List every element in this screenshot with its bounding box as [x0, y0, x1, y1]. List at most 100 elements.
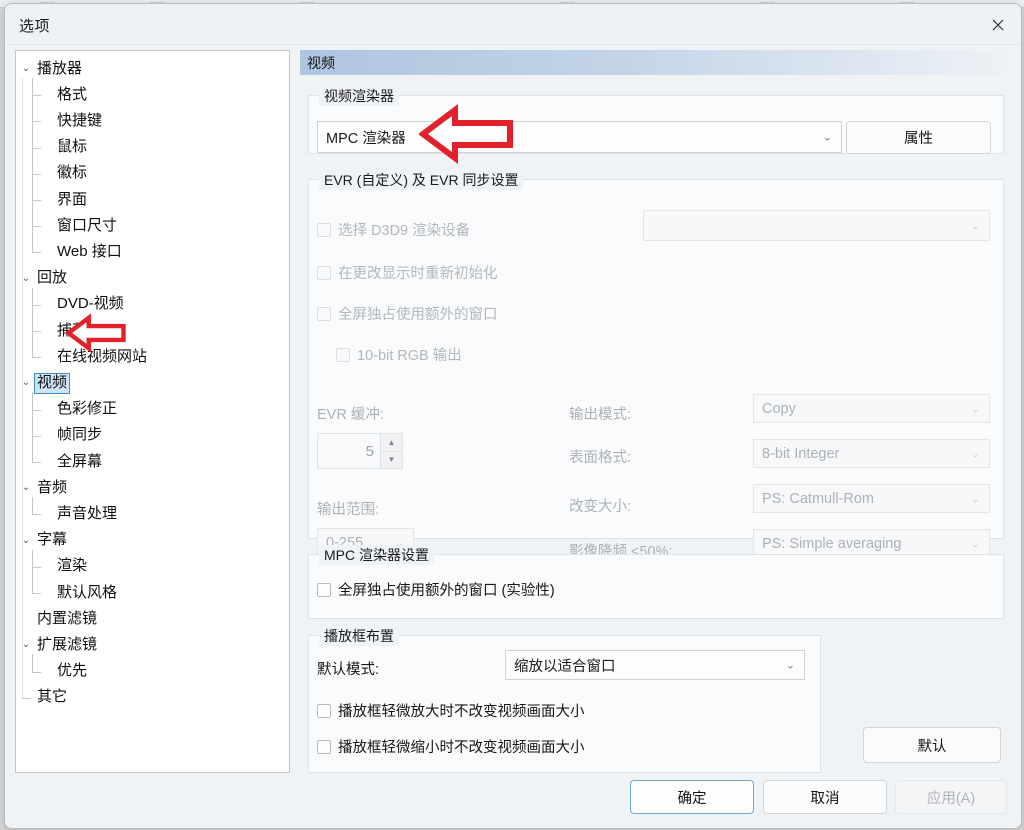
- tree-connector-line: [32, 287, 33, 358]
- checkbox-fullscreen-extra-window-experimental[interactable]: 全屏独占使用额外的窗口 (实验性): [317, 579, 555, 600]
- sidebar-item-1[interactable]: 格式: [54, 84, 90, 106]
- checkbox-no-resize-on-zoom-in-label: 播放框轻微放大时不改变视频画面大小: [338, 704, 585, 720]
- label-resize: 改变大小:: [569, 499, 632, 515]
- tree-connector-line: [32, 497, 33, 515]
- apply-button[interactable]: 应用(A): [895, 780, 1007, 814]
- dialog-body: ⌄ 播放器格式快捷键鼠标徽标界面窗口尺寸 Web 接口 ⌄ 回放 DVD-视频 捕获在线视频…: [5, 45, 1021, 828]
- sidebar-item-label: 其它: [37, 688, 68, 706]
- sidebar-item-8[interactable]: 回放: [34, 268, 70, 290]
- tree-connector-tick: [32, 331, 41, 332]
- tree-connector-tick: [32, 514, 41, 516]
- settings-tree[interactable]: ⌄ 播放器 格式 快捷键 鼠标 徽标 界面 窗口尺寸 Web 接口 ⌄ 回放 DVD-视频 捕获 在线视频…: [15, 50, 290, 773]
- chevron-down-icon: ⌄: [970, 448, 980, 460]
- sidebar-item-label: 优先: [57, 662, 88, 680]
- mpc-renderer-group-title: MPC 渲染器设置: [319, 545, 434, 565]
- surface-format-select[interactable]: 8-bit Integer ⌄: [753, 439, 990, 468]
- stepper-down-icon[interactable]: ▼: [381, 451, 402, 468]
- sidebar-item-6[interactable]: 窗口尺寸: [54, 215, 120, 237]
- chevron-down-icon: ⌄: [970, 538, 980, 550]
- restore-defaults-button[interactable]: 默认: [863, 727, 1001, 763]
- close-icon[interactable]: [975, 4, 1021, 45]
- checkbox-fullscreen-extra-window[interactable]: 全屏独占使用额外的窗口: [317, 303, 498, 324]
- renderer-properties-button[interactable]: 属性: [846, 121, 991, 154]
- tree-root-spine: [22, 78, 23, 698]
- sidebar-item-7[interactable]: Web 接口: [54, 241, 125, 263]
- chevron-down-icon: ⌄: [822, 131, 832, 144]
- d3d9-device-select[interactable]: ⌄: [643, 210, 990, 241]
- sidebar-item-label: 默认风格: [57, 583, 118, 601]
- apply-button-label: 应用(A): [926, 790, 976, 807]
- checkbox-reinit-on-display-change[interactable]: 在更改显示时重新初始化: [317, 262, 498, 283]
- checkbox-no-resize-on-zoom-in[interactable]: 播放框轻微放大时不改变视频画面大小: [317, 700, 585, 721]
- default-mode-select[interactable]: 缩放以适合窗口 ⌄: [505, 650, 805, 680]
- sidebar-item-label: 内置滤镜: [37, 609, 98, 627]
- sidebar-item-18[interactable]: 字幕: [34, 530, 70, 552]
- evr-buffer-stepper[interactable]: 5 ▲ ▼: [317, 433, 403, 469]
- chevron-down-icon: ⌄: [970, 220, 980, 232]
- tree-connector-tick: [32, 226, 41, 228]
- chevron-down-icon[interactable]: ⌄: [20, 58, 32, 80]
- restore-defaults-label: 默认: [917, 738, 947, 755]
- evr-buffer-value: 5: [365, 442, 374, 460]
- sidebar-item-11[interactable]: 在线视频网站: [54, 346, 150, 368]
- sidebar-item-17[interactable]: 声音处理: [54, 503, 120, 525]
- sidebar-item-3[interactable]: 鼠标: [54, 137, 90, 159]
- sidebar-item-12[interactable]: 视频: [34, 372, 71, 394]
- checkbox-no-resize-on-zoom-out[interactable]: 播放框轻微缩小时不改变视频画面大小: [317, 736, 585, 757]
- chevron-down-icon: ⌄: [785, 659, 795, 672]
- label-surface-format: 表面格式:: [569, 450, 632, 466]
- tree-connector-tick: [32, 593, 41, 594]
- sidebar-item-label: 色彩修正: [57, 400, 118, 418]
- sidebar-item-15[interactable]: 全屏幕: [54, 451, 105, 473]
- output-mode-value: Copy: [762, 400, 796, 417]
- tree-connector-tick: [32, 566, 41, 568]
- sidebar-item-21[interactable]: 内置滤镜: [34, 608, 100, 630]
- sidebar-item-label: 播放器: [37, 59, 83, 77]
- sidebar-item-20[interactable]: 默认风格: [54, 582, 120, 604]
- sidebar-item-label: Web 接口: [57, 242, 122, 260]
- tree-connector-line: [32, 654, 33, 672]
- sidebar-item-16[interactable]: 音频: [34, 477, 70, 499]
- sidebar-item-9[interactable]: DVD-视频: [54, 294, 127, 316]
- tree-connector-tick: [32, 304, 41, 306]
- sidebar-item-22[interactable]: 扩展滤镜: [34, 634, 100, 656]
- checkbox-box: [317, 265, 331, 280]
- sidebar-item-label: 在线视频网站: [57, 347, 148, 365]
- checkbox-fullscreen-extra-window-label: 全屏独占使用额外的窗口: [338, 307, 498, 323]
- checkbox-box: [317, 739, 331, 754]
- tree-connector-tick: [22, 697, 31, 699]
- checkbox-10bit-rgb-output[interactable]: 10-bit RGB 输出: [336, 344, 462, 365]
- sidebar-item-4[interactable]: 徽标: [54, 163, 90, 185]
- downscale-value: PS: Simple averaging: [762, 535, 902, 552]
- chevron-down-icon: ⌄: [970, 493, 980, 505]
- checkbox-reinit-on-display-change-label: 在更改显示时重新初始化: [338, 266, 498, 282]
- sidebar-item-19[interactable]: 渲染: [54, 556, 90, 578]
- tree-connector-tick: [32, 462, 41, 463]
- checkbox-select-d3d9-device[interactable]: 选择 D3D9 渲染设备: [317, 219, 470, 240]
- sidebar-item-14[interactable]: 帧同步: [54, 425, 105, 447]
- renderer-select[interactable]: MPC 渲染器 ⌄: [317, 121, 842, 153]
- tree-connector-tick: [32, 121, 41, 123]
- output-mode-select[interactable]: Copy ⌄: [753, 394, 990, 423]
- settings-content-pane: 视频 视频渲染器 MPC 渲染器 ⌄ 属性 EVR (自定义) 及 EVR 同步…: [300, 50, 1012, 773]
- stepper-up-icon[interactable]: ▲: [381, 434, 402, 452]
- renderer-properties-label: 属性: [904, 131, 933, 147]
- ok-button[interactable]: 确定: [630, 780, 754, 814]
- stepper-arrows[interactable]: ▲ ▼: [380, 434, 402, 468]
- sidebar-item-5[interactable]: 界面: [54, 189, 90, 211]
- checkbox-no-resize-on-zoom-out-label: 播放框轻微缩小时不改变视频画面大小: [338, 740, 585, 756]
- tree-connector-line: [32, 392, 33, 462]
- checkbox-box: [336, 347, 350, 362]
- tree-connector-tick: [32, 147, 41, 149]
- sidebar-item-0[interactable]: 播放器: [34, 58, 85, 80]
- sidebar-item-13[interactable]: 色彩修正: [54, 399, 120, 421]
- surface-format-value: 8-bit Integer: [762, 445, 840, 462]
- sidebar-item-23[interactable]: 优先: [54, 661, 90, 683]
- resize-value: PS: Catmull-Rom: [762, 490, 874, 507]
- resize-select[interactable]: PS: Catmull-Rom ⌄: [753, 484, 990, 513]
- checkbox-box: [317, 703, 331, 718]
- sidebar-item-10[interactable]: 捕获: [54, 320, 90, 342]
- cancel-button[interactable]: 取消: [763, 780, 887, 814]
- sidebar-item-24[interactable]: 其它: [34, 687, 70, 709]
- sidebar-item-2[interactable]: 快捷键: [54, 110, 105, 132]
